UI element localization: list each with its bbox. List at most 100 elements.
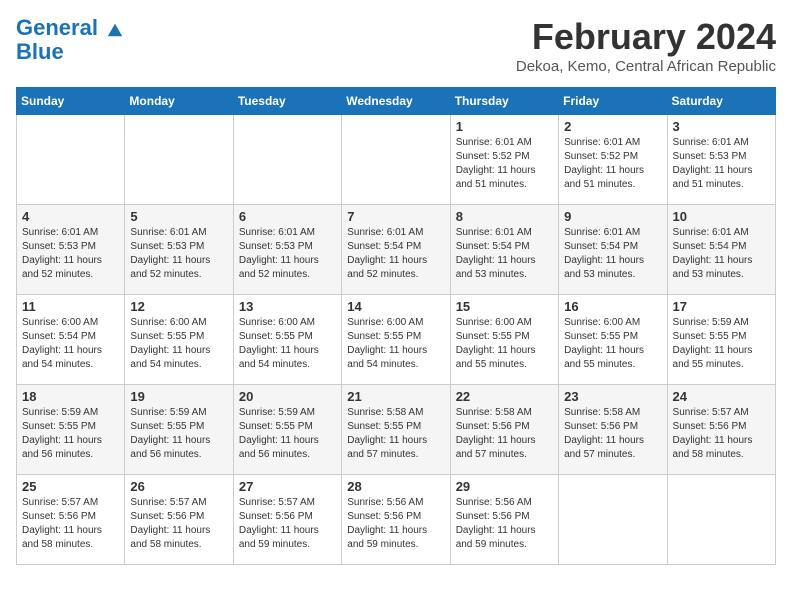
cell-info: Sunrise: 5:59 AM Sunset: 5:55 PM Dayligh… (22, 406, 119, 462)
calendar-cell: 7 Sunrise: 6:01 AM Sunset: 5:54 PM Daylig… (342, 205, 450, 295)
title-block: February 2024 Dekoa, Kemo, Central Afric… (516, 16, 776, 75)
day-number: 18 (22, 389, 119, 404)
cell-info: Sunrise: 6:00 AM Sunset: 5:54 PM Dayligh… (22, 316, 119, 372)
calendar-cell: 22 Sunrise: 5:58 AM Sunset: 5:56 PM Dayli… (450, 385, 558, 475)
calendar-cell: 17 Sunrise: 5:59 AM Sunset: 5:55 PM Dayli… (667, 295, 775, 385)
cell-info: Sunrise: 6:01 AM Sunset: 5:53 PM Dayligh… (673, 136, 770, 192)
day-number: 1 (456, 119, 553, 134)
calendar-cell (342, 115, 450, 205)
cell-info: Sunrise: 6:00 AM Sunset: 5:55 PM Dayligh… (130, 316, 227, 372)
cell-info: Sunrise: 6:01 AM Sunset: 5:54 PM Dayligh… (456, 226, 553, 282)
day-number: 6 (239, 209, 336, 224)
calendar-cell: 18 Sunrise: 5:59 AM Sunset: 5:55 PM Dayli… (17, 385, 125, 475)
day-number: 4 (22, 209, 119, 224)
week-row-2: 4 Sunrise: 6:01 AM Sunset: 5:53 PM Daylig… (17, 205, 776, 295)
calendar-cell: 29Sunrise: 5:56 AM Sunset: 5:56 PM Dayli… (450, 475, 558, 565)
day-number: 16 (564, 299, 661, 314)
cell-info: Sunrise: 5:58 AM Sunset: 5:56 PM Dayligh… (564, 406, 661, 462)
day-header-tuesday: Tuesday (233, 88, 341, 115)
calendar-cell: 15 Sunrise: 6:00 AM Sunset: 5:55 PM Dayli… (450, 295, 558, 385)
page-header: General Blue February 2024 Dekoa, Kemo, … (16, 16, 776, 75)
day-number: 20 (239, 389, 336, 404)
day-header-monday: Monday (125, 88, 233, 115)
day-header-thursday: Thursday (450, 88, 558, 115)
cell-info: Sunrise: 5:57 AM Sunset: 5:56 PM Dayligh… (22, 496, 119, 552)
day-number: 8 (456, 209, 553, 224)
cell-info: Sunrise: 5:59 AM Sunset: 5:55 PM Dayligh… (130, 406, 227, 462)
cell-info: Sunrise: 6:00 AM Sunset: 5:55 PM Dayligh… (347, 316, 444, 372)
cell-info: Sunrise: 6:00 AM Sunset: 5:55 PM Dayligh… (564, 316, 661, 372)
calendar-cell: 2Sunrise: 6:01 AM Sunset: 5:52 PM Daylig… (559, 115, 667, 205)
cell-info: Sunrise: 6:01 AM Sunset: 5:52 PM Dayligh… (456, 136, 553, 192)
cell-info: Sunrise: 6:01 AM Sunset: 5:54 PM Dayligh… (673, 226, 770, 282)
cell-info: Sunrise: 6:00 AM Sunset: 5:55 PM Dayligh… (239, 316, 336, 372)
day-header-friday: Friday (559, 88, 667, 115)
month-title: February 2024 (516, 16, 776, 58)
calendar-cell: 1 Sunrise: 6:01 AM Sunset: 5:52 PM Daylig… (450, 115, 558, 205)
calendar-cell: 14 Sunrise: 6:00 AM Sunset: 5:55 PM Dayli… (342, 295, 450, 385)
calendar-cell: 23 Sunrise: 5:58 AM Sunset: 5:56 PM Dayli… (559, 385, 667, 475)
day-number: 17 (673, 299, 770, 314)
cell-info: Sunrise: 6:01 AM Sunset: 5:53 PM Dayligh… (130, 226, 227, 282)
calendar-cell: 10 Sunrise: 6:01 AM Sunset: 5:54 PM Dayli… (667, 205, 775, 295)
calendar-cell: 28Sunrise: 5:56 AM Sunset: 5:56 PM Dayli… (342, 475, 450, 565)
day-number: 10 (673, 209, 770, 224)
day-number: 2 (564, 119, 661, 134)
day-number: 22 (456, 389, 553, 404)
logo-icon (106, 20, 124, 38)
logo-blue: Blue (16, 40, 124, 64)
cell-info: Sunrise: 5:57 AM Sunset: 5:56 PM Dayligh… (239, 496, 336, 552)
calendar-cell: 9Sunrise: 6:01 AM Sunset: 5:54 PM Daylig… (559, 205, 667, 295)
day-number: 14 (347, 299, 444, 314)
day-number: 15 (456, 299, 553, 314)
logo-text: General (16, 16, 124, 40)
day-number: 19 (130, 389, 227, 404)
cell-info: Sunrise: 5:59 AM Sunset: 5:55 PM Dayligh… (239, 406, 336, 462)
calendar-cell: 3Sunrise: 6:01 AM Sunset: 5:53 PM Daylig… (667, 115, 775, 205)
day-number: 26 (130, 479, 227, 494)
cell-info: Sunrise: 5:57 AM Sunset: 5:56 PM Dayligh… (673, 406, 770, 462)
cell-info: Sunrise: 5:57 AM Sunset: 5:56 PM Dayligh… (130, 496, 227, 552)
week-row-1: 1 Sunrise: 6:01 AM Sunset: 5:52 PM Daylig… (17, 115, 776, 205)
calendar-cell (233, 115, 341, 205)
location-subtitle: Dekoa, Kemo, Central African Republic (516, 58, 776, 75)
calendar-cell (17, 115, 125, 205)
calendar-cell: 27Sunrise: 5:57 AM Sunset: 5:56 PM Dayli… (233, 475, 341, 565)
day-number: 7 (347, 209, 444, 224)
day-number: 11 (22, 299, 119, 314)
week-row-3: 11 Sunrise: 6:00 AM Sunset: 5:54 PM Dayli… (17, 295, 776, 385)
day-number: 24 (673, 389, 770, 404)
calendar-cell: 16 Sunrise: 6:00 AM Sunset: 5:55 PM Dayli… (559, 295, 667, 385)
calendar-cell: 11 Sunrise: 6:00 AM Sunset: 5:54 PM Dayli… (17, 295, 125, 385)
calendar-cell (125, 115, 233, 205)
day-number: 12 (130, 299, 227, 314)
logo: General Blue (16, 16, 124, 64)
cell-info: Sunrise: 5:59 AM Sunset: 5:55 PM Dayligh… (673, 316, 770, 372)
day-number: 9 (564, 209, 661, 224)
calendar-cell: 12 Sunrise: 6:00 AM Sunset: 5:55 PM Dayli… (125, 295, 233, 385)
calendar-cell: 4Sunrise: 6:01 AM Sunset: 5:53 PM Daylig… (17, 205, 125, 295)
calendar-cell: 25Sunrise: 5:57 AM Sunset: 5:56 PM Dayli… (17, 475, 125, 565)
cell-info: Sunrise: 5:58 AM Sunset: 5:55 PM Dayligh… (347, 406, 444, 462)
logo-general: General (16, 15, 98, 40)
calendar-table: SundayMondayTuesdayWednesdayThursdayFrid… (16, 87, 776, 565)
cell-info: Sunrise: 6:01 AM Sunset: 5:54 PM Dayligh… (347, 226, 444, 282)
calendar-cell (559, 475, 667, 565)
calendar-cell: 5Sunrise: 6:01 AM Sunset: 5:53 PM Daylig… (125, 205, 233, 295)
day-header-saturday: Saturday (667, 88, 775, 115)
cell-info: Sunrise: 5:56 AM Sunset: 5:56 PM Dayligh… (456, 496, 553, 552)
day-number: 21 (347, 389, 444, 404)
calendar-cell: 6 Sunrise: 6:01 AM Sunset: 5:53 PM Daylig… (233, 205, 341, 295)
cell-info: Sunrise: 6:00 AM Sunset: 5:55 PM Dayligh… (456, 316, 553, 372)
cell-info: Sunrise: 6:01 AM Sunset: 5:53 PM Dayligh… (239, 226, 336, 282)
cell-info: Sunrise: 5:58 AM Sunset: 5:56 PM Dayligh… (456, 406, 553, 462)
calendar-cell (667, 475, 775, 565)
calendar-cell: 21 Sunrise: 5:58 AM Sunset: 5:55 PM Dayli… (342, 385, 450, 475)
day-header-wednesday: Wednesday (342, 88, 450, 115)
calendar-cell: 26 Sunrise: 5:57 AM Sunset: 5:56 PM Dayli… (125, 475, 233, 565)
day-number: 23 (564, 389, 661, 404)
week-row-4: 18 Sunrise: 5:59 AM Sunset: 5:55 PM Dayli… (17, 385, 776, 475)
days-header-row: SundayMondayTuesdayWednesdayThursdayFrid… (17, 88, 776, 115)
calendar-cell: 20 Sunrise: 5:59 AM Sunset: 5:55 PM Dayli… (233, 385, 341, 475)
calendar-cell: 19 Sunrise: 5:59 AM Sunset: 5:55 PM Dayli… (125, 385, 233, 475)
